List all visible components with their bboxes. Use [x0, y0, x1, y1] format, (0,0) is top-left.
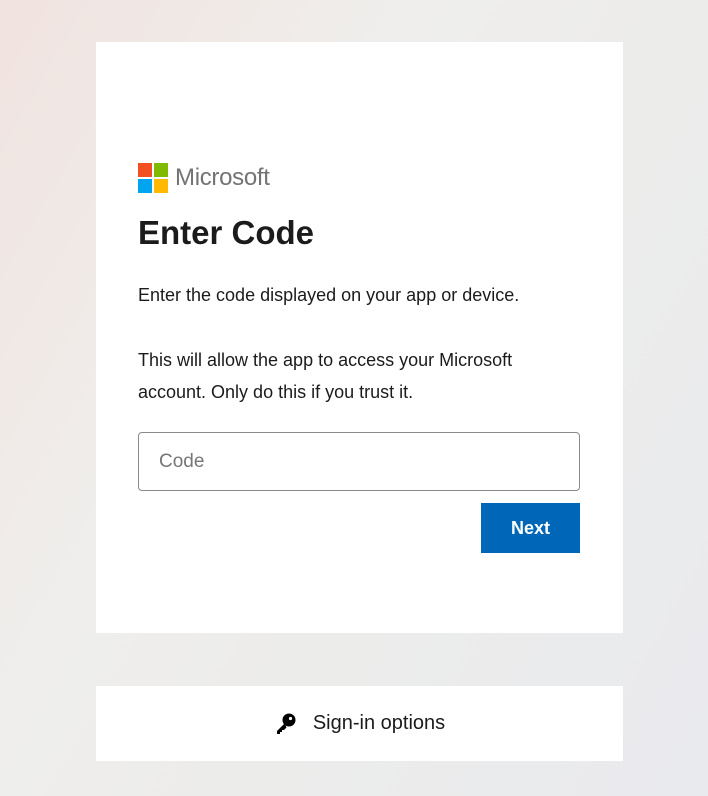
brand: Microsoft [138, 163, 270, 193]
warning-text: This will allow the app to access your M… [138, 350, 513, 402]
key-icon [274, 712, 298, 736]
instruction-text: Enter the code displayed on your app or … [138, 285, 520, 305]
brand-name: Microsoft [175, 164, 270, 191]
signin-options-label: Sign-in options [312, 712, 446, 734]
microsoft-logo-icon [138, 163, 168, 193]
page-title: Enter Code [138, 214, 315, 251]
code-input[interactable] [138, 432, 580, 491]
signin-options-button[interactable]: Sign-in options [96, 686, 623, 761]
signin-card: Microsoft Enter Code Enter the code disp… [96, 42, 623, 633]
next-button[interactable]: Next [481, 503, 580, 553]
